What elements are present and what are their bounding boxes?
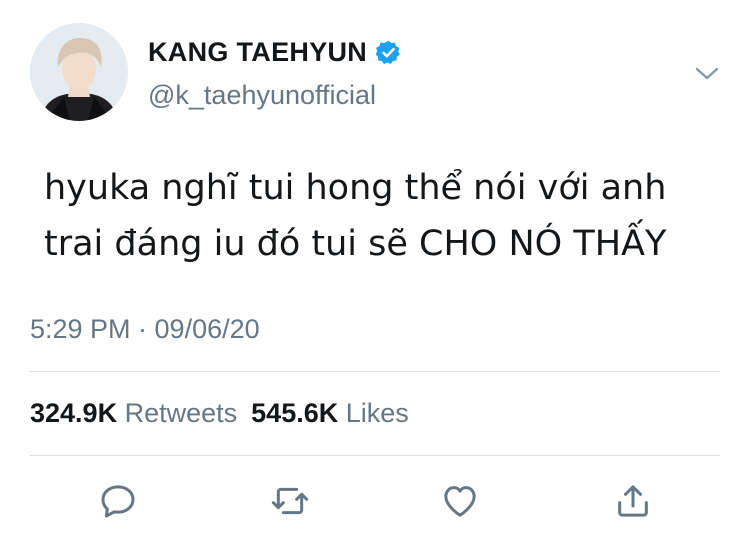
name-row: KANG TAEHYUN — [148, 37, 402, 68]
share-icon[interactable] — [610, 478, 656, 524]
divider — [30, 455, 720, 456]
likes-count: 545.6K — [251, 398, 339, 428]
like-icon[interactable] — [437, 478, 483, 524]
divider — [30, 371, 720, 372]
retweets-count: 324.9K — [30, 398, 118, 428]
retweets-stat[interactable]: 324.9K Retweets — [30, 398, 237, 428]
engagement-stats: 324.9K Retweets 545.6K Likes — [30, 398, 409, 429]
chevron-down-icon[interactable] — [692, 63, 722, 85]
user-handle[interactable]: @k_taehyunofficial — [148, 80, 376, 111]
verified-badge-icon — [375, 39, 402, 66]
action-bar — [0, 478, 750, 524]
likes-stat[interactable]: 545.6K Likes — [251, 398, 409, 428]
likes-label: Likes — [345, 398, 409, 428]
retweets-label: Retweets — [124, 398, 238, 428]
retweet-icon[interactable] — [267, 478, 313, 524]
display-name[interactable]: KANG TAEHYUN — [148, 37, 367, 68]
tweet-text-line-1: hyuka nghĩ tui hong thể nói với anh — [44, 168, 667, 208]
avatar[interactable] — [30, 23, 128, 121]
tweet-text: hyuka nghĩ tui hong thể nói với anh trai… — [44, 160, 724, 272]
reply-icon[interactable] — [95, 478, 141, 524]
tweet-text-line-2: trai đáng iu đó tui sẽ CHO NÓ THẤY — [44, 224, 667, 264]
tweet-timestamp[interactable]: 5:29 PM · 09/06/20 — [30, 314, 260, 345]
